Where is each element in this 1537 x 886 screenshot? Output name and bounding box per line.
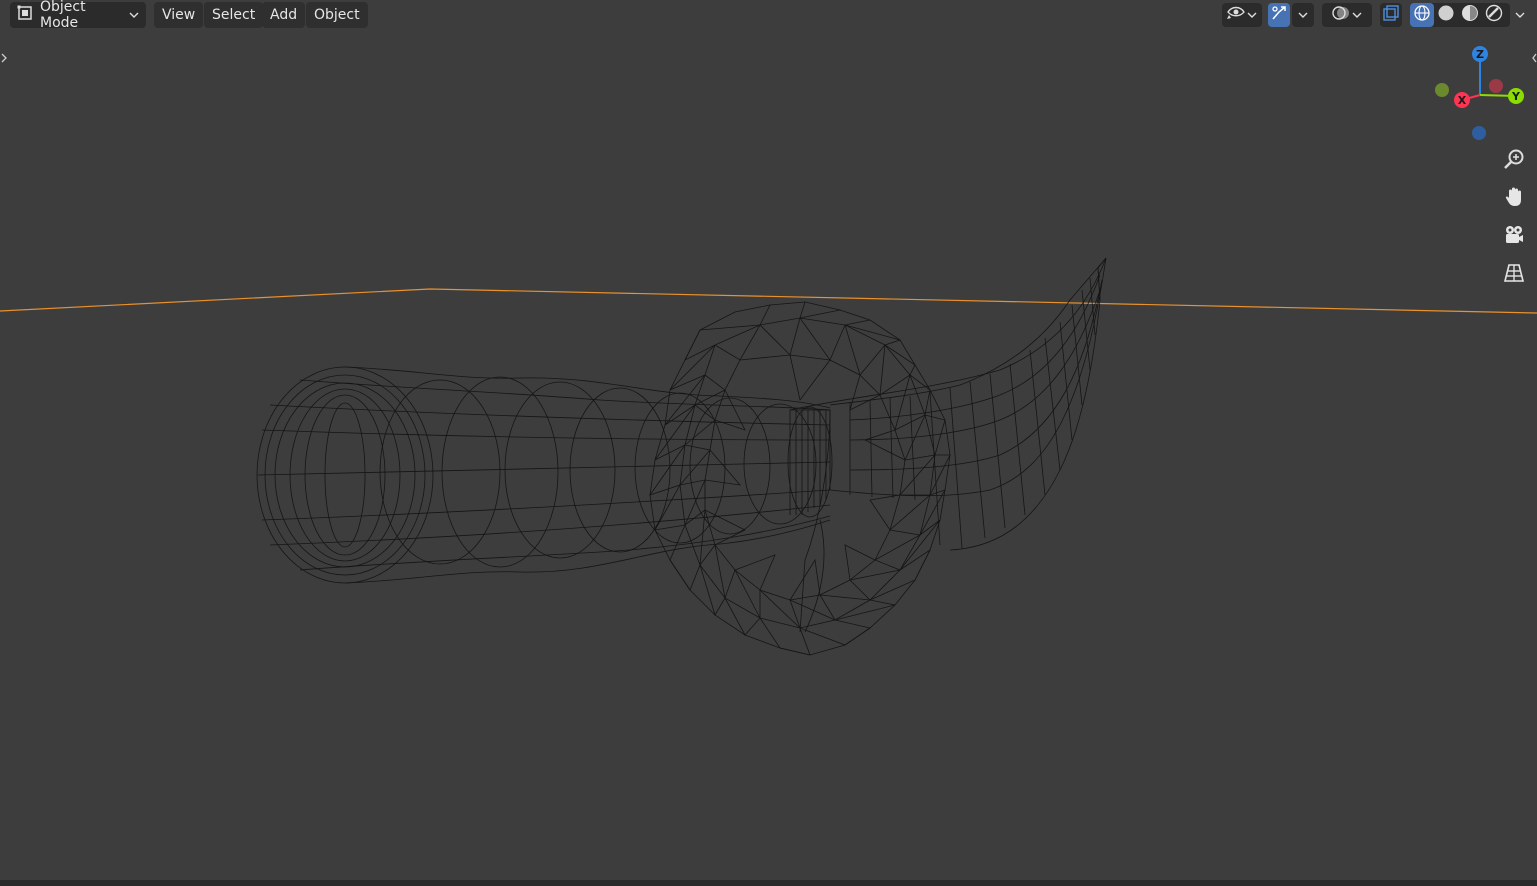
xray-toggle-button[interactable] (1380, 3, 1402, 27)
chevron-down-icon (1246, 9, 1258, 21)
shading-options-dropdown[interactable] (1510, 3, 1530, 27)
chevron-down-icon (1514, 9, 1526, 21)
wireframe-shading-icon (1413, 4, 1431, 26)
chevron-down-icon (1297, 9, 1309, 21)
menu-object[interactable]: Object (306, 2, 368, 28)
zoom-button[interactable] (1498, 145, 1530, 177)
3d-viewport[interactable]: Object Mode View Select Add Object Z Y X (0, 0, 1537, 886)
selected-plane-edge (0, 288, 1537, 314)
menu-view[interactable]: View (154, 2, 204, 28)
tube-mesh (256, 366, 833, 584)
camera-view-icon (1503, 224, 1525, 250)
rendered-shading-button[interactable] (1482, 3, 1506, 27)
material-shading-icon (1461, 4, 1479, 26)
sidebar-toggle[interactable] (1530, 48, 1537, 68)
camera-view-button[interactable] (1498, 221, 1530, 253)
mode-label: Object Mode (40, 0, 86, 31)
shading-mode-group (1410, 3, 1510, 27)
xray-toggle-icon (1382, 4, 1400, 26)
menu-add[interactable]: Add (262, 2, 306, 28)
chevron-left-icon (1530, 53, 1537, 72)
chevron-down-icon (128, 9, 140, 21)
y-axis-label: Y (1511, 90, 1521, 103)
menu-select[interactable]: Select (204, 2, 264, 28)
viewport-header: Object Mode View Select Add Object (0, 0, 1537, 31)
gizmo-dropdown[interactable] (1292, 3, 1314, 27)
pan-hand-icon (1503, 186, 1525, 212)
x-axis-label: X (1458, 94, 1467, 107)
pan-button[interactable] (1498, 183, 1530, 215)
rendered-shading-icon (1485, 4, 1503, 26)
visibility-eye-icon (1226, 5, 1246, 25)
chevron-right-icon (0, 53, 10, 72)
chevron-down-icon (1351, 9, 1363, 21)
zoom-icon (1503, 148, 1525, 174)
neg-y-axis-handle (1435, 83, 1449, 97)
overlay-icon (1331, 4, 1351, 26)
object-mode-icon (16, 4, 34, 26)
curved-fin-mesh (789, 257, 1107, 633)
neg-z-axis-handle (1472, 126, 1486, 140)
neg-x-axis-handle (1489, 79, 1503, 93)
toolbar-toggle[interactable] (0, 48, 10, 68)
material-shading-button[interactable] (1458, 3, 1482, 27)
wireframe-shading-button[interactable] (1410, 3, 1434, 27)
solid-shading-button[interactable] (1434, 3, 1458, 27)
overlay-dropdown[interactable] (1322, 3, 1372, 27)
z-axis-label: Z (1476, 48, 1484, 61)
navigation-gizmo[interactable]: Z Y X (1430, 40, 1530, 140)
spiky-sphere-mesh (648, 301, 951, 656)
solid-shading-icon (1437, 4, 1455, 26)
fin-ribs (849, 267, 1103, 549)
gizmo-toggle-button[interactable] (1268, 3, 1290, 27)
mode-selector[interactable]: Object Mode (10, 0, 146, 31)
perspective-toggle-button[interactable] (1498, 259, 1530, 291)
gizmo-toggle-icon (1270, 4, 1288, 26)
wireframe-scene[interactable] (0, 0, 1537, 886)
viewport-bottom-border (0, 880, 1537, 886)
visibility-dropdown[interactable] (1222, 3, 1262, 27)
perspective-grid-icon (1503, 262, 1525, 288)
